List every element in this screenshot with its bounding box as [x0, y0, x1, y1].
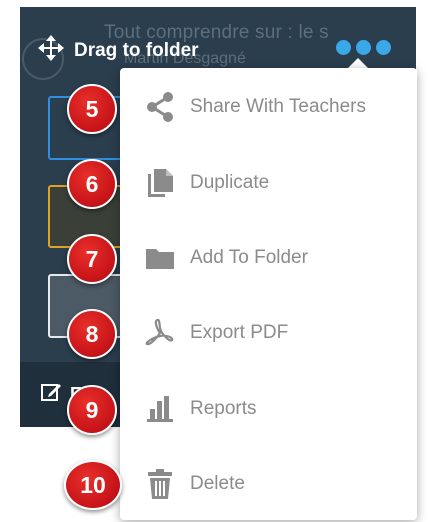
trash-icon [143, 467, 177, 501]
menu-item-export-pdf[interactable]: Export PDF [120, 303, 417, 363]
more-options-button[interactable] [336, 40, 391, 55]
edit-icon [40, 381, 62, 408]
drag-to-folder-handle[interactable]: Drag to folder [38, 35, 199, 67]
menu-item-label: Share With Teachers [190, 96, 367, 117]
menu-item-add-to-folder[interactable]: Add To Folder [120, 228, 417, 288]
folder-icon [143, 241, 177, 275]
share-icon [143, 90, 177, 124]
callout-badge: 10 [64, 460, 122, 510]
drag-label: Drag to folder [74, 40, 199, 61]
callout-badge: 9 [67, 385, 117, 435]
menu-item-reports[interactable]: Reports [120, 379, 417, 439]
pdf-icon [143, 316, 177, 350]
menu-item-label: Reports [190, 398, 257, 419]
menu-item-label: Duplicate [190, 172, 270, 193]
menu-item-label: Export PDF [190, 322, 289, 343]
callout-badge: 8 [67, 309, 117, 359]
menu-item-share-with-teachers[interactable]: Share With Teachers [120, 77, 417, 137]
menu-item-label: Add To Folder [190, 247, 308, 268]
duplicate-icon [143, 166, 177, 200]
callout-badge: 6 [67, 159, 117, 209]
dot-icon [356, 40, 371, 55]
menu-item-delete[interactable]: Delete [120, 454, 417, 514]
menu-item-duplicate[interactable]: Duplicate [120, 153, 417, 213]
menu-item-label: Delete [190, 473, 245, 494]
move-arrows-icon [38, 35, 64, 67]
screenshot-stage: Tout comprendre sur : le s Martin Desgag… [0, 0, 429, 522]
dot-icon [376, 40, 391, 55]
dot-icon [336, 40, 351, 55]
bar-chart-icon [143, 392, 177, 426]
callout-badge: 5 [67, 84, 117, 134]
callout-badge: 7 [67, 234, 117, 284]
